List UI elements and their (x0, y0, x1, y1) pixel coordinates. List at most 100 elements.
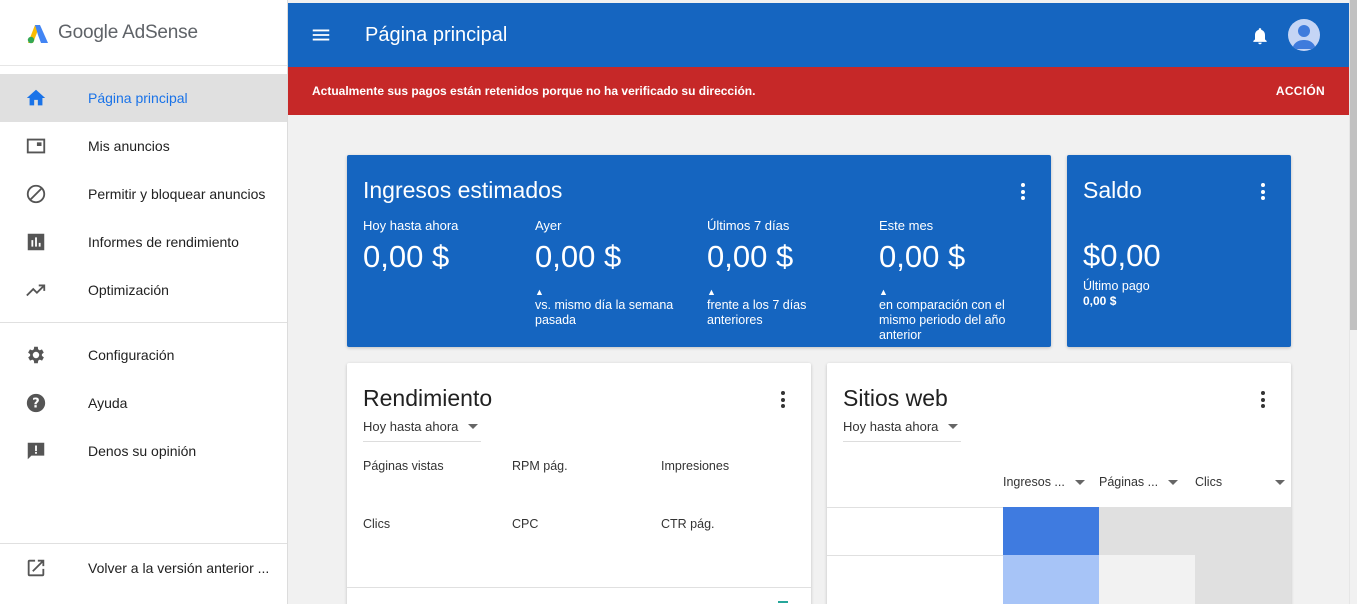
sidebar-footer: Volver a la versión anterior ... (0, 543, 287, 592)
earnings-more-icon[interactable] (1021, 183, 1025, 203)
chevron-down-icon (1168, 479, 1179, 485)
performance-title: Rendimiento (363, 385, 493, 411)
balance-card: Saldo $0,00 Último pago 0,00 $ (1067, 155, 1291, 347)
sidebar-item-label: Configuración (88, 347, 175, 363)
chevron-down-icon (1074, 479, 1085, 485)
balance-value: $0,00 (1083, 238, 1161, 273)
card-divider (347, 587, 811, 588)
chevron-down-icon (468, 424, 479, 429)
metric-value: 0,00 $ (363, 239, 450, 274)
last-payment-value: 0,00 $ (1083, 294, 1117, 308)
metric-yesterday: Ayer 0,00 $ ▲ vs. mismo día la semana pa… (535, 218, 695, 328)
balance-more-icon[interactable] (1261, 183, 1265, 203)
performance-card: Rendimiento Hoy hasta ahora Páginas vist… (347, 363, 811, 604)
column-label: Páginas ... (1099, 475, 1159, 489)
scrollbar-thumb[interactable] (1350, 0, 1357, 330)
last-payment-label: Último pago (1083, 279, 1150, 293)
top-app-bar: Página principal (288, 3, 1349, 67)
heatmap-cell (1003, 555, 1099, 604)
home-icon (0, 87, 88, 109)
sidebar-item-label: Permitir y bloquear anuncios (88, 186, 266, 202)
metric-label: Este mes (879, 218, 934, 233)
sidebar-item-my-ads[interactable]: Mis anuncios (0, 122, 287, 170)
sidebar-item-label: Informes de rendimiento (88, 234, 239, 250)
alert-message: Actualmente sus pagos están retenidos po… (312, 84, 756, 98)
websites-card: Sitios web Hoy hasta ahora Ingresos ... … (827, 363, 1291, 604)
alert-action-button[interactable]: ACCIÓN (1276, 84, 1325, 98)
back-to-old-version-link[interactable]: Volver a la versión anterior ... (0, 544, 287, 592)
trend-up-icon: ▲ (879, 287, 888, 297)
notifications-bell-icon[interactable] (1250, 25, 1270, 52)
heatmap-cell (1003, 507, 1099, 555)
earnings-title: Ingresos estimados (363, 177, 563, 203)
sidebar-item-label: Página principal (88, 90, 188, 106)
column-pages-selector[interactable]: Páginas ... (1099, 475, 1179, 489)
column-clicks-selector[interactable]: Clics (1195, 475, 1285, 489)
block-icon (0, 183, 88, 205)
metric-label: Ayer (535, 218, 562, 233)
metric-value: 0,00 $ (535, 239, 622, 274)
heatmap-cell (1099, 555, 1195, 604)
adsense-logo[interactable]: Google AdSense (0, 0, 287, 66)
trend-up-icon: ▲ (535, 287, 544, 297)
dropdown-value: Hoy hasta ahora (363, 419, 459, 434)
metric-this-month: Este mes 0,00 $ ▲ en comparación con el … (879, 218, 1039, 343)
metric-last-7-days: Últimos 7 días 0,00 $ ▲ frente a los 7 d… (707, 218, 867, 328)
stat-page-rpm: RPM pág. (512, 459, 568, 473)
sidebar-item-block-ads[interactable]: Permitir y bloquear anuncios (0, 170, 287, 218)
sidebar-item-label: Optimización (88, 282, 169, 298)
sidebar-item-home[interactable]: Página principal (0, 74, 287, 122)
stat-clicks: Clics (363, 517, 391, 531)
metric-today: Hoy hasta ahora 0,00 $ (363, 218, 523, 275)
column-label: Clics (1195, 475, 1223, 489)
ad-units-icon (0, 135, 88, 157)
feedback-icon (0, 440, 88, 462)
chevron-down-icon (948, 424, 959, 429)
sidebar-item-settings[interactable]: Configuración (0, 331, 287, 379)
sidebar-item-feedback[interactable]: Denos su opinión (0, 427, 287, 475)
stat-page-ctr: CTR pág. (661, 517, 715, 531)
row-divider (827, 507, 1003, 508)
trending-up-icon (0, 279, 88, 301)
metric-label: Últimos 7 días (707, 218, 790, 233)
row-divider (827, 555, 1003, 556)
performance-more-icon[interactable] (781, 391, 785, 411)
menu-icon[interactable] (288, 24, 354, 46)
sidebar-divider (0, 322, 287, 323)
estimated-earnings-card: Ingresos estimados Hoy hasta ahora 0,00 … (347, 155, 1051, 347)
adsense-logo-icon (26, 21, 50, 45)
back-link-label: Volver a la versión anterior ... (88, 560, 270, 576)
metric-value: 0,00 $ (879, 239, 966, 274)
sidebar-item-label: Denos su opinión (88, 443, 197, 459)
metric-label: Hoy hasta ahora (363, 218, 459, 233)
logo-text: Google AdSense (58, 21, 198, 43)
open-in-new-icon (0, 557, 88, 579)
sidebar-item-help[interactable]: ? Ayuda (0, 379, 287, 427)
gear-icon (0, 344, 88, 366)
column-label: Ingresos ... (1003, 475, 1065, 489)
heatmap-cell (1195, 555, 1291, 604)
stat-impressions: Impresiones (661, 459, 730, 473)
metric-comparison: en comparación con el mismo periodo del … (879, 298, 1006, 342)
websites-title: Sitios web (843, 385, 948, 411)
stat-page-views: Páginas vistas (363, 459, 444, 473)
column-earnings-selector[interactable]: Ingresos ... (1003, 475, 1085, 489)
metric-comparison: frente a los 7 días anteriores (707, 298, 807, 327)
websites-range-dropdown[interactable]: Hoy hasta ahora (843, 419, 961, 442)
sidebar-item-label: Ayuda (88, 395, 128, 411)
chevron-down-icon (1275, 479, 1285, 485)
sidebar-item-reports[interactable]: Informes de rendimiento (0, 218, 287, 266)
trend-up-icon: ▲ (707, 287, 716, 297)
sidebar: Google AdSense Página principal Mis anun… (0, 0, 288, 604)
avatar[interactable] (1288, 19, 1320, 51)
chart-legend-marker (778, 601, 788, 603)
stat-cpc: CPC (512, 517, 539, 531)
dropdown-value: Hoy hasta ahora (843, 419, 939, 434)
bar-chart-icon (0, 231, 88, 253)
payment-hold-alert: Actualmente sus pagos están retenidos po… (288, 67, 1349, 115)
help-icon: ? (0, 392, 88, 414)
performance-range-dropdown[interactable]: Hoy hasta ahora (363, 419, 481, 442)
svg-text:?: ? (32, 397, 39, 412)
websites-more-icon[interactable] (1261, 391, 1265, 411)
sidebar-item-optimization[interactable]: Optimización (0, 266, 287, 314)
